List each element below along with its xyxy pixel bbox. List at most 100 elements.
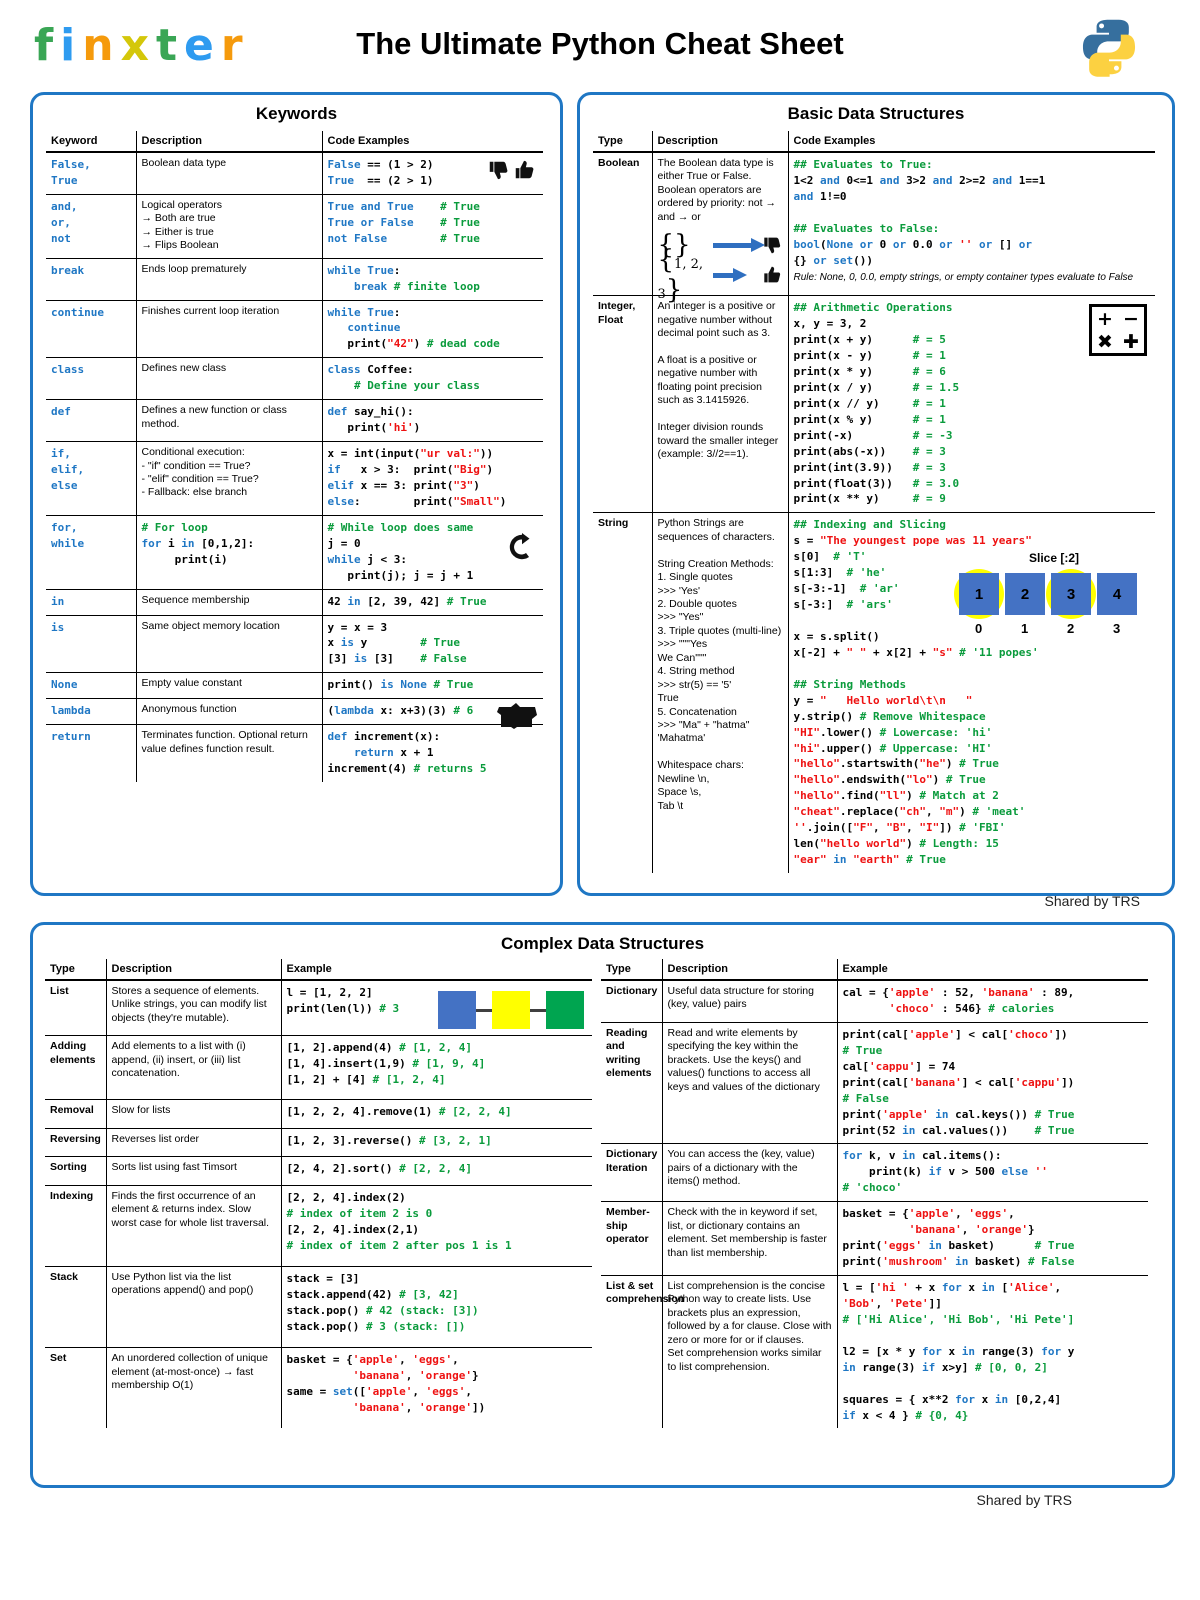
table-row: None Empty value constant print() is None … <box>46 672 543 700</box>
slice-box: 3 <box>1051 573 1091 616</box>
panel-basic-title: Basic Data Structures <box>787 104 965 123</box>
table-row: lambda Anonymous function (lambda x: x+3)(… <box>46 698 543 730</box>
cell-description: Stores a sequence of elements. Unlike st… <box>111 985 267 1024</box>
cell-type: Indexing <box>45 1185 107 1268</box>
cell-example: print() is None # True <box>322 672 543 700</box>
cell-type: Reversing <box>45 1128 107 1158</box>
cell-example: [1, 2, 2, 4].remove(1) # [2, 2, 4] <box>281 1099 592 1129</box>
code-example: [1, 2, 2, 4].remove(1) # [2, 2, 4] <box>286 1105 512 1119</box>
cell-type: Reading and writing elements <box>601 1022 663 1145</box>
cell-description-wrap: Python Strings are sequences of characte… <box>652 512 789 873</box>
thumbs-up-icon <box>764 266 781 283</box>
cell-type: Integer, Float <box>593 295 653 514</box>
table-row: continue Finishes current loop iteration w… <box>46 300 543 359</box>
calculator-icon: + − ✖ ✚ <box>1089 304 1147 357</box>
cell-description-wrap: Finishes current loop iteration <box>136 300 323 359</box>
thumbs-up-icon <box>515 160 534 179</box>
cell-type: continue <box>46 300 137 359</box>
table-row: is Same object memory location y = x = 3 x… <box>46 615 543 674</box>
cell-description-wrap: Useful data structure for storing (key, … <box>662 980 838 1023</box>
table-row: String Python Strings are sequences of ch… <box>593 512 1155 873</box>
table-row: Dictionary Iteration You can access the (… <box>601 1143 1148 1203</box>
code-example: for k, v in cal.items(): print(k) if v >… <box>842 1149 1048 1195</box>
list-square <box>438 991 476 1029</box>
column-header-description: Description <box>136 131 323 153</box>
cell-example: stack = [3] stack.append(42) # [3, 42] s… <box>281 1266 592 1349</box>
table-row: Stack Use Python list via the list operat… <box>45 1266 592 1349</box>
cell-note: Rule: None, 0, 0.0, empty strings, or em… <box>793 271 1134 283</box>
cell-example: [1, 2].append(4) # [1, 2, 4] [1, 4].inse… <box>281 1035 592 1101</box>
table-row: Boolean The Boolean data type is either T… <box>593 152 1155 305</box>
cell-description: Ends loop prematurely <box>141 262 247 275</box>
blue-arrow-icon <box>712 238 765 253</box>
cell-description: Defines new class <box>141 362 227 375</box>
cell-type: return <box>46 724 137 782</box>
cell-description-wrap: Check with the in keyword if set, list, … <box>662 1201 838 1276</box>
cell-example: class Coffee: # Define your class <box>322 357 543 401</box>
cell-description: Sorts list using fast Timsort <box>111 1161 237 1174</box>
cell-description: List comprehension is the concise Python… <box>667 1280 832 1373</box>
cell-type: Stack <box>45 1266 107 1349</box>
cell-example: basket = {'apple', 'eggs', 'banana', 'or… <box>837 1201 1148 1276</box>
cell-description: Boolean data type <box>141 157 227 169</box>
page-header: finxter The Ultimate Python Cheat Sheet <box>0 0 1200 92</box>
table-row: in Sequence membership 42 in [2, 39, 42] #… <box>46 589 543 616</box>
code-example: print() is None # True <box>327 678 474 692</box>
code-example: basket = {'apple', 'eggs', 'banana', 'or… <box>842 1207 1075 1269</box>
cell-type: None <box>46 672 137 700</box>
cell-description: Read and write elements by specifying th… <box>667 1026 820 1093</box>
cell-type: Removal <box>45 1099 107 1129</box>
table-row: False, True Boolean data type False == (1 >… <box>46 152 543 195</box>
cell-example: basket = {'apple', 'eggs', 'banana', 'or… <box>281 1348 592 1429</box>
panel-keywords: Keywords Keyword Description Code Exampl… <box>30 92 563 896</box>
slice-index: 0 <box>975 621 983 637</box>
slice-diagram: Slice [:2] 1 2 3 4 0 1 2 3 <box>954 551 1149 637</box>
table-row: class Defines new class class Coffee: # De… <box>46 357 543 401</box>
cell-type: break <box>46 258 137 301</box>
cell-description-wrap: Defines new class <box>136 357 323 401</box>
cell-description-wrap: Read and write elements by specifying th… <box>662 1022 838 1145</box>
cell-description: Finishes current loop iteration <box>141 304 280 317</box>
footer-basic: Shared by TRS <box>1044 893 1140 909</box>
cell-example: (lambda x: x+3)(3) # 6 <box>322 698 543 730</box>
panel-basic-data-structures: Basic Data Structures Type Description C… <box>577 92 1175 896</box>
cell-example: def increment(x): return x + 1 increment… <box>322 725 543 782</box>
cell-description-wrap: The Boolean data type is either True or … <box>652 152 789 305</box>
column-header-description: Description <box>662 959 838 981</box>
column-header-description: Description <box>106 959 282 981</box>
cell-type: List <box>45 980 107 1037</box>
slice-box: 2 <box>1005 573 1045 616</box>
cell-description: Slow for lists <box>111 1104 171 1117</box>
table-row: if, elif, else Conditional execution: - "if"… <box>46 441 543 516</box>
cell-description-wrap: An unordered collection of unique elemen… <box>106 1347 282 1429</box>
table-header-row: Type Description Code Examples <box>593 131 1155 153</box>
column-header-type: Type <box>45 959 107 981</box>
column-header-code: Code Examples <box>788 131 1155 153</box>
table-row: Dictionary Useful data structure for stor… <box>601 980 1148 1023</box>
cell-description: Empty value constant <box>141 677 242 690</box>
cell-type: def <box>46 399 137 443</box>
table-row: def Defines a new function or class metho… <box>46 399 543 443</box>
cell-description: An integer is a positive or negative num… <box>657 300 779 460</box>
cell-description-wrap: Add elements to a list with (i) append, … <box>106 1035 282 1101</box>
page-title: The Ultimate Python Cheat Sheet <box>356 26 844 61</box>
cell-type: lambda <box>46 698 137 726</box>
cell-example: y = x = 3 x is y # True [3] is [3] # Fal… <box>322 615 543 674</box>
cell-type: and, or, not <box>46 194 137 259</box>
slice-box: 4 <box>1097 573 1137 616</box>
cell-type: List & set comprehension <box>601 1275 684 1429</box>
cell-example: l = ['hi ' + x for x in ['Alice', 'Bob',… <box>837 1276 1148 1429</box>
cell-description: The Boolean data type is either True or … <box>657 157 776 223</box>
cell-type: Set <box>45 1347 107 1429</box>
code-example: class Coffee: # Define your class <box>327 363 480 393</box>
cell-type: Boolean <box>593 152 653 297</box>
panel-complex-data-structures: Complex Data Structures Type Description… <box>30 922 1175 1488</box>
table-row: return Terminates function. Optional retu… <box>46 724 543 782</box>
table-header-row: Type Description Example <box>601 959 1148 981</box>
cell-description-wrap: Conditional execution: - "if" condition =… <box>136 441 323 516</box>
basic-data-structures-table: Type Description Code Examples Boolean Th… <box>593 131 1155 873</box>
cell-example: # While loop does same j = 0 while j < 3… <box>322 515 543 590</box>
cell-type: Dictionary <box>601 980 663 1023</box>
code-example: stack = [3] stack.append(42) # [3, 42] s… <box>286 1272 479 1333</box>
code-example: def say_hi(): print('hi') <box>327 405 421 435</box>
